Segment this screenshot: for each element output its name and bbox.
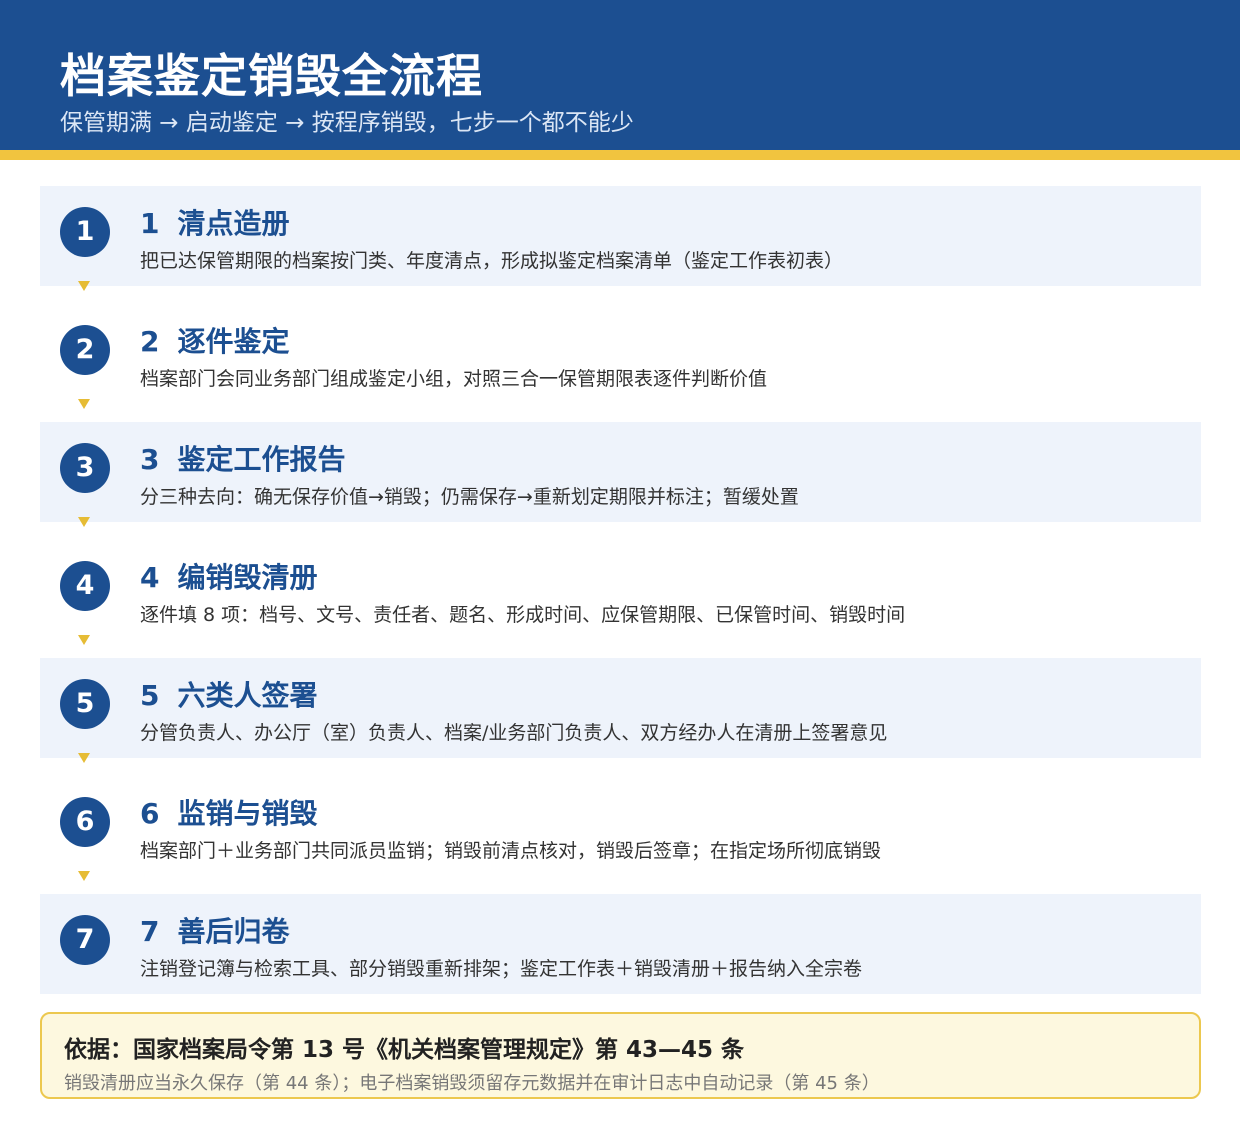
step-7: 7 7 善后归卷 注销登记簿与检索工具、部分销毁重新排架；鉴定工作表＋销毁清册＋报… (40, 894, 1201, 994)
page-title: 档案鉴定销毁全流程 (60, 49, 483, 103)
step-title-number: 5 (140, 679, 160, 712)
down-arrow-icon (78, 517, 90, 527)
step-title-text: 清点造册 (177, 207, 290, 240)
step-number-badge: 3 (60, 443, 110, 493)
step-number-badge: 2 (60, 325, 110, 375)
step-title: 4 编销毁清册 (140, 556, 318, 596)
step-title-text: 善后归卷 (177, 915, 290, 948)
step-description: 逐件填 8 项：档号、文号、责任者、题名、形成时间、应保管期限、已保管时间、销毁… (140, 604, 906, 626)
down-arrow-icon (78, 399, 90, 409)
basis-note-text: 销毁清册应当永久保存（第 44 条）；电子档案销毁须留存元数据并在审计日志中自动… (64, 1073, 880, 1094)
step-6: 6 6 监销与销毁 档案部门＋业务部门共同派员监销；销毁前清点核对，销毁后签章；在… (40, 776, 1201, 881)
step-title: 2 逐件鉴定 (140, 320, 290, 360)
step-title-number: 4 (140, 561, 160, 594)
step-5: 5 5 六类人签署 分管负责人、办公厅（室）负责人、档案/业务部门负责人、双方经办… (40, 658, 1201, 763)
step-3: 3 3 鉴定工作报告 分三种去向：确无保存价值→销毁；仍需保存→重新划定期限并标注… (40, 422, 1201, 527)
step-title-text: 六类人签署 (177, 679, 318, 712)
step-title: 1 清点造册 (140, 202, 290, 242)
step-title: 5 六类人签署 (140, 674, 318, 714)
step-description: 分三种去向：确无保存价值→销毁；仍需保存→重新划定期限并标注；暂缓处置 (140, 486, 799, 508)
step-title-number: 2 (140, 325, 160, 358)
step-number-badge: 5 (60, 679, 110, 729)
down-arrow-icon (78, 753, 90, 763)
header-accent-bar (0, 150, 1240, 160)
step-title-text: 监销与销毁 (177, 797, 318, 830)
down-arrow-icon (78, 871, 90, 881)
step-title-text: 鉴定工作报告 (177, 443, 346, 476)
step-title: 6 监销与销毁 (140, 792, 318, 832)
step-title: 7 善后归卷 (140, 910, 290, 950)
step-1: 1 1 清点造册 把已达保管期限的档案按门类、年度清点，形成拟鉴定档案清单（鉴定工… (40, 186, 1201, 291)
step-number-badge: 4 (60, 561, 110, 611)
step-title-number: 6 (140, 797, 160, 830)
step-title: 3 鉴定工作报告 (140, 438, 346, 478)
down-arrow-icon (78, 635, 90, 645)
step-number-badge: 7 (60, 915, 110, 965)
down-arrow-icon (78, 281, 90, 291)
basis-note-box: 依据：国家档案局令第 13 号《机关档案管理规定》第 43—45 条 销毁清册应… (40, 1012, 1201, 1099)
step-title-text: 逐件鉴定 (177, 325, 290, 358)
step-4: 4 4 编销毁清册 逐件填 8 项：档号、文号、责任者、题名、形成时间、应保管期限… (40, 540, 1201, 645)
step-description: 分管负责人、办公厅（室）负责人、档案/业务部门负责人、双方经办人在清册上签署意见 (140, 722, 888, 744)
step-number-badge: 1 (60, 207, 110, 257)
step-title-number: 1 (140, 207, 160, 240)
step-title-text: 编销毁清册 (177, 561, 318, 594)
step-title-number: 7 (140, 915, 160, 948)
step-description: 档案部门会同业务部门组成鉴定小组，对照三合一保管期限表逐件判断价值 (140, 368, 768, 390)
basis-note-title: 依据：国家档案局令第 13 号《机关档案管理规定》第 43—45 条 (64, 1037, 745, 1063)
step-description: 注销登记簿与检索工具、部分销毁重新排架；鉴定工作表＋销毁清册＋报告纳入全宗卷 (140, 958, 863, 980)
page-subtitle: 保管期满 → 启动鉴定 → 按程序销毁，七步一个都不能少 (60, 110, 634, 136)
step-title-number: 3 (140, 443, 160, 476)
step-description: 把已达保管期限的档案按门类、年度清点，形成拟鉴定档案清单（鉴定工作表初表） (140, 250, 844, 272)
step-number-badge: 6 (60, 797, 110, 847)
step-2: 2 2 逐件鉴定 档案部门会同业务部门组成鉴定小组，对照三合一保管期限表逐件判断价… (40, 304, 1201, 409)
step-description: 档案部门＋业务部门共同派员监销；销毁前清点核对，销毁后签章；在指定场所彻底销毁 (140, 840, 882, 862)
header: 档案鉴定销毁全流程 保管期满 → 启动鉴定 → 按程序销毁，七步一个都不能少 (0, 0, 1240, 150)
